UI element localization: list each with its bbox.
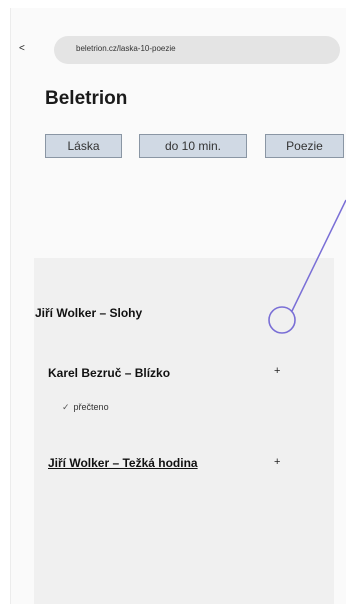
list-item-bezruc-blizko[interactable]: Karel Bezruč – Blízko (48, 366, 170, 380)
list-item-wolker-tezka-hodina[interactable]: Jiří Wolker – Težká hodina (48, 456, 198, 470)
list-item-wolker-slohy[interactable]: Jiří Wolker – Slohy (35, 306, 142, 320)
tag-poezie[interactable]: Poezie (265, 134, 344, 158)
read-status: ✓ přečteno (62, 402, 109, 413)
back-icon[interactable]: < (19, 43, 25, 54)
add-button[interactable]: + (274, 456, 280, 468)
page-title: Beletrion (45, 88, 128, 109)
address-bar[interactable]: beletrion.cz/laska-10-poezie (54, 36, 340, 64)
url-text: beletrion.cz/laska-10-poezie (76, 44, 176, 53)
tag-do-10-min[interactable]: do 10 min. (139, 134, 247, 158)
check-icon: ✓ (62, 402, 70, 412)
add-button[interactable]: + (274, 365, 280, 377)
tag-laska[interactable]: Láska (45, 134, 122, 158)
read-status-label: přečteno (73, 402, 109, 412)
